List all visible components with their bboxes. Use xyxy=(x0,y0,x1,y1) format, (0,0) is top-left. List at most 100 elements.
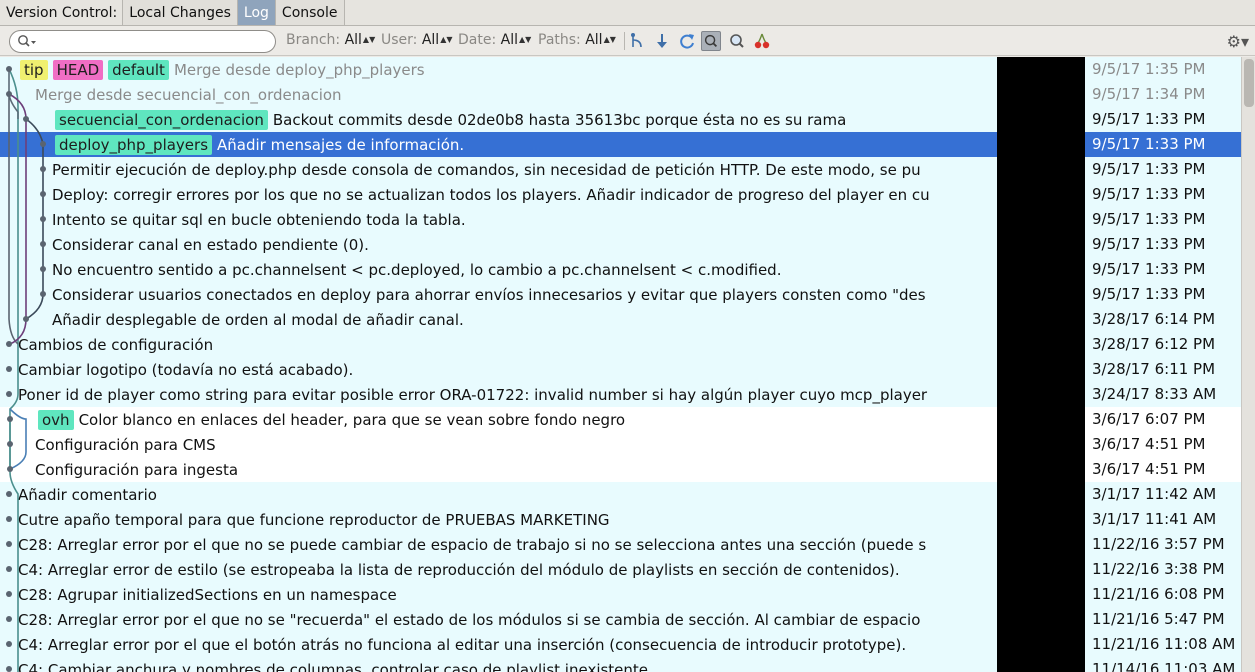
redacted-author-cell xyxy=(997,657,1085,672)
commit-message-cell: C28: Arreglar error por el que no se pue… xyxy=(0,533,997,556)
table-row[interactable]: Considerar canal en estado pendiente (0)… xyxy=(0,232,1241,257)
ref-label: deploy_php_players xyxy=(55,134,213,155)
table-row[interactable]: C4: Arreglar error de estilo (se estrope… xyxy=(0,557,1241,582)
commit-message-cell: deploy_php_players Añadir mensajes de inf… xyxy=(0,133,997,156)
commit-message-cell: Cutre apaño temporal para que funcione r… xyxy=(0,508,997,531)
commit-message-cell: Añadir desplegable de orden al modal de … xyxy=(0,308,997,331)
commit-message: Considerar canal en estado pendiente (0)… xyxy=(52,235,369,254)
search-input[interactable] xyxy=(9,30,276,53)
tab-local-changes[interactable]: Local Changes xyxy=(122,0,238,25)
commit-message-cell: Merge desde secuencial_con_ordenacion xyxy=(0,83,997,106)
redacted-author-cell xyxy=(997,482,1085,507)
commit-date: 11/22/16 3:38 PM xyxy=(1092,560,1225,578)
commit-message: Configuración para CMS xyxy=(35,435,216,454)
commit-date: 3/1/17 11:42 AM xyxy=(1092,485,1217,503)
commit-message-cell: Cambios de configuración xyxy=(0,333,997,356)
commit-message-cell: Configuración para ingesta xyxy=(0,458,997,481)
commit-message: Backout commits desde 02de0b8 hasta 3561… xyxy=(272,110,847,129)
table-row[interactable]: C4: Arreglar error por el que el botón a… xyxy=(0,632,1241,657)
table-row[interactable]: secuencial_con_ordenacion Backout commits… xyxy=(0,107,1241,132)
table-row[interactable]: Intento se quitar sql en bucle obteniend… xyxy=(0,207,1241,232)
commit-message-cell: secuencial_con_ordenacion Backout commits… xyxy=(0,108,997,131)
commit-date: 11/21/16 5:47 PM xyxy=(1092,610,1225,628)
chevron-updown-icon: ▲▼ xyxy=(440,35,453,44)
commit-log: tip HEAD default Merge desde deploy_php_pla… xyxy=(0,57,1255,672)
commit-date: 9/5/17 1:35 PM xyxy=(1092,60,1206,78)
table-row[interactable]: Permitir ejecución de deploy.php desde c… xyxy=(0,157,1241,182)
chevron-updown-icon: ▲▼ xyxy=(603,35,616,44)
vertical-scrollbar[interactable] xyxy=(1241,57,1255,672)
commit-message: Cambiar logotipo (todavía no está acabad… xyxy=(18,360,354,379)
commit-message-cell: ovh Color blanco en enlaces del header, p… xyxy=(0,408,997,431)
redacted-author-cell xyxy=(997,607,1085,632)
commit-message: Considerar usuarios conectados en deploy… xyxy=(52,285,926,304)
zoom-icon[interactable] xyxy=(727,31,747,51)
table-row[interactable]: Cambios de configuración 3/28/17 6:12 PM xyxy=(0,332,1241,357)
commit-date: 9/5/17 1:33 PM xyxy=(1092,185,1206,203)
user-filter-label: User: xyxy=(381,32,418,48)
chevron-updown-icon: ▲▼ xyxy=(362,35,376,44)
scrollbar-thumb[interactable] xyxy=(1244,59,1254,107)
cherry-pick-icon[interactable] xyxy=(752,31,772,51)
table-row[interactable]: Configuración para CMS 3/6/17 4:51 PM xyxy=(0,432,1241,457)
redacted-author-cell xyxy=(997,507,1085,532)
table-row[interactable]: Poner id de player como string para evit… xyxy=(0,382,1241,407)
paths-filter-label: Paths: xyxy=(538,32,581,48)
table-row[interactable]: ovh Color blanco en enlaces del header, p… xyxy=(0,407,1241,432)
branch-icon[interactable] xyxy=(627,31,647,51)
ref-label: default xyxy=(108,59,169,80)
commit-message: C4: Arreglar error de estilo (se estrope… xyxy=(18,560,900,579)
commit-message: Permitir ejecución de deploy.php desde c… xyxy=(52,160,921,179)
redacted-author-cell xyxy=(997,532,1085,557)
commit-date: 3/28/17 6:11 PM xyxy=(1092,360,1216,378)
table-row[interactable]: tip HEAD default Merge desde deploy_php_pla… xyxy=(0,57,1241,82)
tab-log[interactable]: Log xyxy=(236,0,276,25)
commit-message: Color blanco en enlaces del header, para… xyxy=(78,410,626,429)
table-row[interactable]: C28: Arreglar error por el que no se pue… xyxy=(0,532,1241,557)
table-row[interactable]: Merge desde secuencial_con_ordenacion 9/5… xyxy=(0,82,1241,107)
commit-message: No encuentro sentido a pc.channelsent < … xyxy=(52,260,782,279)
table-row[interactable]: Añadir desplegable de orden al modal de … xyxy=(0,307,1241,332)
redacted-author-cell xyxy=(997,382,1085,407)
branch-filter-value: All xyxy=(344,32,362,48)
commit-message: Añadir comentario xyxy=(18,485,157,504)
commit-message-cell: C4: Arreglar error de estilo (se estrope… xyxy=(0,558,997,581)
refresh-icon[interactable] xyxy=(677,31,697,51)
redacted-author-cell xyxy=(997,407,1085,432)
commit-date: 3/28/17 6:12 PM xyxy=(1092,335,1216,353)
paths-filter[interactable]: Paths: All▲▼ xyxy=(538,32,616,48)
commit-message-cell: Cambiar logotipo (todavía no está acabad… xyxy=(0,358,997,381)
table-row[interactable]: C28: Agrupar initializedSections en un n… xyxy=(0,582,1241,607)
table-row[interactable]: Considerar usuarios conectados en deploy… xyxy=(0,282,1241,307)
ref-label: ovh xyxy=(38,409,74,430)
commit-message-cell: C4: Arreglar error por el que el botón a… xyxy=(0,633,997,656)
table-row[interactable]: deploy_php_players Añadir mensajes de inf… xyxy=(0,132,1241,157)
commit-message-cell: C4: Cambiar anchura y nombres de columna… xyxy=(0,658,997,672)
commit-message: Configuración para ingesta xyxy=(35,460,239,479)
commit-date: 3/24/17 8:33 AM xyxy=(1092,385,1217,403)
user-filter[interactable]: User: All▲▼ xyxy=(381,32,453,48)
commit-message: C28: Agrupar initializedSections en un n… xyxy=(18,585,397,604)
gear-icon[interactable]: ⚙▾ xyxy=(1227,32,1249,51)
ref-label: HEAD xyxy=(52,59,104,80)
commit-message: Intento se quitar sql en bucle obteniend… xyxy=(52,210,466,229)
branch-filter[interactable]: Branch: All▲▼ xyxy=(286,32,375,48)
table-row[interactable]: C4: Cambiar anchura y nombres de columna… xyxy=(0,657,1241,672)
table-row[interactable]: Añadir comentario 3/1/17 11:42 AM xyxy=(0,482,1241,507)
table-row[interactable]: Cambiar logotipo (todavía no está acabad… xyxy=(0,357,1241,382)
commit-message-cell: Añadir comentario xyxy=(0,483,997,506)
commit-message: C28: Arreglar error por el que no se pue… xyxy=(18,535,927,554)
table-row[interactable]: Deploy: corregir errores por los que no … xyxy=(0,182,1241,207)
date-filter[interactable]: Date: All▲▼ xyxy=(458,32,531,48)
search-icon xyxy=(18,35,36,47)
date-filter-value: All xyxy=(500,32,518,48)
tab-console[interactable]: Console xyxy=(274,0,345,25)
table-row[interactable]: C28: Arreglar error por el que no se "re… xyxy=(0,607,1241,632)
table-row[interactable]: No encuentro sentido a pc.channelsent < … xyxy=(0,257,1241,282)
table-row[interactable]: Cutre apaño temporal para que funcione r… xyxy=(0,507,1241,532)
redacted-author-cell xyxy=(997,107,1085,132)
highlight-icon[interactable] xyxy=(701,31,721,51)
commit-message-cell: No encuentro sentido a pc.channelsent < … xyxy=(0,258,997,281)
arrow-down-icon[interactable] xyxy=(652,31,672,51)
table-row[interactable]: Configuración para ingesta 3/6/17 4:51 PM xyxy=(0,457,1241,482)
